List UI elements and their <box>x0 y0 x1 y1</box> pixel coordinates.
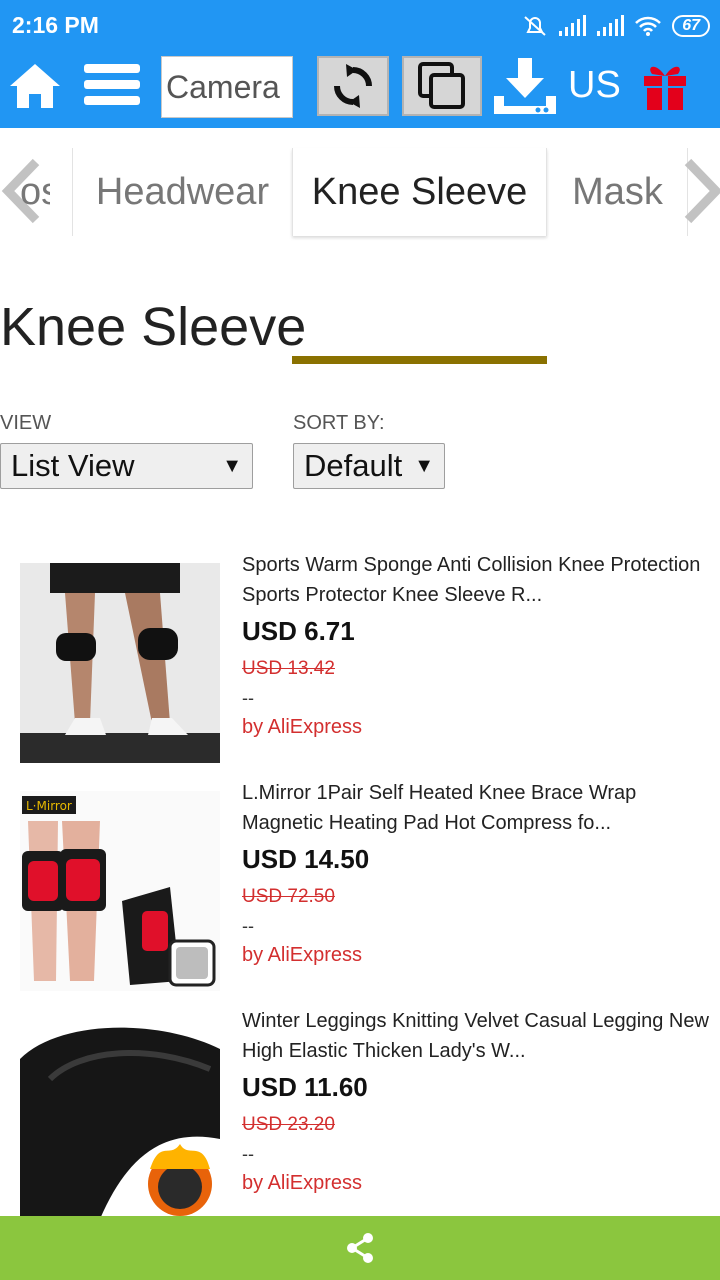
status-icons: 67 <box>522 12 710 40</box>
camera-input[interactable]: Camera <box>161 56 293 118</box>
product-price: USD 6.71 <box>242 616 355 646</box>
sort-select[interactable]: Default ▼ <box>293 443 445 489</box>
tab-knee-sleeve[interactable]: Knee Sleeve <box>292 148 547 236</box>
bottom-bar <box>0 1216 720 1280</box>
status-bar: 2:16 PM 67 <box>0 0 720 52</box>
product-title[interactable]: Sports Warm Sponge Anti Collision Knee P… <box>242 550 720 610</box>
signal-icon <box>597 15 625 36</box>
dropdown-arrow-icon: ▼ <box>414 455 434 477</box>
wifi-icon <box>635 16 662 36</box>
refresh-button[interactable] <box>317 56 389 116</box>
toolbar: Camera US <box>0 52 720 128</box>
product-rating: -- <box>242 1144 254 1164</box>
product-old-price: USD 72.50 <box>242 886 335 907</box>
product-price: USD 11.60 <box>242 1072 368 1102</box>
sort-label: SORT BY: <box>293 412 385 434</box>
view-select-value: List View <box>11 448 135 483</box>
refresh-icon <box>334 64 372 108</box>
product-title[interactable]: Winter Leggings Knitting Velvet Casual L… <box>242 1006 720 1066</box>
download-icon[interactable] <box>492 56 558 116</box>
view-select[interactable]: List View ▼ <box>0 443 253 489</box>
product-old-price: USD 13.42 <box>242 658 335 679</box>
product-item[interactable]: Winter Leggings Knitting Velvet Casual L… <box>0 1006 720 1219</box>
sort-select-value: Default <box>304 448 403 483</box>
tab-headwear[interactable]: Headwear <box>72 148 292 236</box>
chevron-right-icon[interactable] <box>678 156 720 226</box>
product-title[interactable]: L.Mirror 1Pair Self Heated Knee Brace Wr… <box>242 778 720 838</box>
product-item[interactable]: L·Mirror L.Mirror 1Pair Self Heated Knee… <box>0 778 720 991</box>
page-title: Knee Sleeve <box>0 297 307 357</box>
signal-icon <box>559 15 587 36</box>
product-seller: by AliExpress <box>242 716 363 738</box>
menu-icon[interactable] <box>84 64 140 110</box>
copy-button[interactable] <box>402 56 482 116</box>
share-icon[interactable] <box>344 1232 376 1264</box>
battery-icon: 67 <box>672 15 710 37</box>
product-rating: -- <box>242 916 254 936</box>
tab-partial[interactable]: os <box>20 148 50 236</box>
alarm-off-icon <box>524 16 546 36</box>
product-image[interactable] <box>20 563 220 763</box>
product-price: USD 14.50 <box>242 844 370 874</box>
region-button[interactable]: US <box>568 64 621 107</box>
product-image[interactable] <box>20 1019 220 1219</box>
product-rating: -- <box>242 688 254 708</box>
tab-mask[interactable]: Mask <box>548 148 688 236</box>
product-old-price: USD 23.20 <box>242 1114 335 1135</box>
status-time: 2:16 PM <box>12 12 99 38</box>
copy-icon <box>418 62 465 109</box>
product-seller: by AliExpress <box>242 944 363 966</box>
category-tabs: os Headwear Knee Sleeve Mask <box>0 128 720 364</box>
product-seller: by AliExpress <box>242 1172 363 1194</box>
product-item[interactable]: Sports Warm Sponge Anti Collision Knee P… <box>0 550 720 763</box>
dropdown-arrow-icon: ▼ <box>222 455 242 477</box>
home-icon[interactable] <box>6 60 64 112</box>
product-image[interactable]: L·Mirror <box>20 791 220 991</box>
active-tab-indicator <box>292 356 547 364</box>
gift-icon[interactable] <box>640 60 690 112</box>
brand-logo: L·Mirror <box>26 799 72 813</box>
view-label: VIEW <box>0 412 52 434</box>
